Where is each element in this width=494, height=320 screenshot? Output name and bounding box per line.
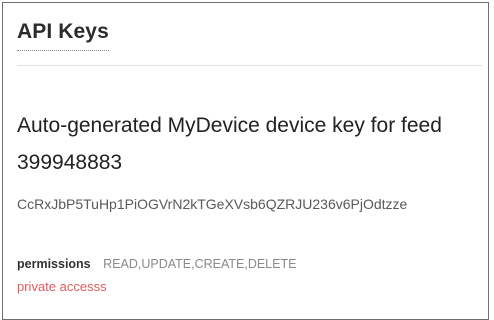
permissions-row: permissions READ,UPDATE,CREATE,DELETE xyxy=(17,256,296,272)
title-divider xyxy=(17,65,482,66)
panel-title: API Keys xyxy=(17,19,109,51)
permissions-label: permissions xyxy=(17,257,91,271)
api-key-value[interactable]: CcRxJbP5TuHp1PiOGVrN2kTGeXVsb6QZRJU236v6… xyxy=(17,193,485,215)
api-keys-panel: API Keys Auto-generated MyDevice device … xyxy=(2,2,489,320)
access-level-text: private accesss xyxy=(17,279,107,294)
permissions-value: READ,UPDATE,CREATE,DELETE xyxy=(103,257,297,271)
api-key-name: Auto-generated MyDevice device key for f… xyxy=(17,114,442,174)
